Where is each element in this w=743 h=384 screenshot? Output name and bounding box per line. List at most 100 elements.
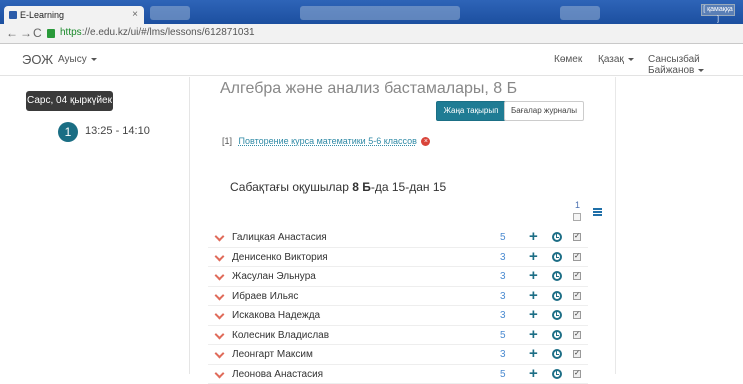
chevron-down-icon[interactable]: [215, 290, 225, 300]
attendance-checkbox[interactable]: ✓: [573, 311, 581, 319]
address-bar: ← → C https://e.edu.kz/ui/#/lms/lessons/…: [0, 24, 743, 44]
students-list: Галицкая Анастасия 5 + ✓ Денисенко Виктория 3…: [208, 228, 588, 384]
schedule-sidebar: Сарс, 04 қыркүйек 1 13:25 - 14:10: [0, 77, 190, 374]
student-grade[interactable]: 5: [500, 330, 506, 341]
add-grade-icon[interactable]: +: [529, 307, 538, 322]
add-grade-icon[interactable]: +: [529, 229, 538, 244]
add-grade-icon[interactable]: +: [529, 346, 538, 361]
student-grade[interactable]: 5: [500, 369, 506, 380]
blurred-tab[interactable]: [560, 6, 600, 20]
remove-topic-icon[interactable]: ×: [421, 137, 430, 146]
brand[interactable]: ЭОЖ: [22, 52, 53, 67]
lesson-topic: [1] Повторение курса математики 5-6 клас…: [222, 136, 430, 146]
clock-icon[interactable]: [552, 330, 562, 340]
attendance-checkbox[interactable]: ✓: [573, 350, 581, 358]
student-name[interactable]: Колесник Владислав: [232, 330, 329, 341]
favicon-icon: [9, 11, 17, 19]
clock-icon[interactable]: [552, 271, 562, 281]
add-grade-icon[interactable]: +: [529, 366, 538, 381]
reload-icon[interactable]: C: [33, 26, 42, 40]
new-topic-button[interactable]: Жаңа тақырып: [436, 101, 506, 121]
chevron-down-icon[interactable]: [215, 232, 225, 242]
app-navbar: ЭОЖ Ауысу Көмек Қазақ Сансызбай Байжанов: [0, 44, 743, 76]
user-name: Сансызбай Байжанов: [648, 54, 700, 76]
student-name[interactable]: Галицкая Анастасия: [232, 232, 327, 243]
clock-icon[interactable]: [552, 252, 562, 262]
student-name[interactable]: Ибраев Ильяс: [232, 291, 298, 302]
chevron-down-icon[interactable]: [215, 368, 225, 378]
help-link[interactable]: Көмек: [554, 54, 582, 65]
language-label: Қазақ: [598, 54, 624, 65]
language-menu[interactable]: Қазақ: [598, 54, 634, 65]
list-item: Галицкая Анастасия 5 + ✓: [208, 228, 588, 248]
switch-menu[interactable]: Ауысу: [58, 54, 97, 65]
forward-icon[interactable]: →: [20, 26, 32, 40]
add-grade-icon[interactable]: +: [529, 288, 538, 303]
attendance-checkbox[interactable]: ✓: [573, 253, 581, 261]
lesson-number[interactable]: 1: [58, 122, 78, 142]
list-item: Леонова Анастасия5+✓: [208, 365, 588, 384]
page-title: Алгебра және анализ бастамалары, 8 Б: [220, 80, 517, 98]
url-path: ://e.edu.kz/ui/#/lms/lessons/612871031: [82, 27, 255, 38]
list-item: Колесник Владислав 5 + ✓: [208, 326, 588, 346]
blurred-tab[interactable]: [300, 6, 460, 20]
attendance-checkbox[interactable]: ✓: [573, 292, 581, 300]
chevron-down-icon[interactable]: [215, 310, 225, 320]
attendance-checkbox[interactable]: ✓: [573, 331, 581, 339]
browser-user-badge[interactable]: [ қамаққа ]: [701, 4, 735, 16]
grade-journal-button[interactable]: Бағалар журналы: [504, 101, 584, 121]
switch-menu-label: Ауысу: [58, 54, 87, 65]
student-name[interactable]: Денисенко Виктория: [232, 252, 328, 263]
chevron-down-icon[interactable]: [215, 349, 225, 359]
topic-link[interactable]: Повторение курса математики 5-6 классов: [239, 136, 417, 146]
lesson-time[interactable]: 13:25 - 14:10: [85, 125, 150, 137]
divider: [615, 77, 616, 374]
list-item: Ибраев Ильяс 3 + ✓: [208, 287, 588, 307]
list-item: Леонгарт Максим 3 + ✓: [208, 345, 588, 365]
add-grade-icon[interactable]: +: [529, 268, 538, 283]
attendance-checkbox[interactable]: ✓: [573, 233, 581, 241]
student-grade[interactable]: 3: [500, 252, 506, 263]
student-grade[interactable]: 3: [500, 349, 506, 360]
chevron-down-icon[interactable]: [215, 251, 225, 261]
attendance-checkbox[interactable]: ✓: [573, 272, 581, 280]
clock-icon[interactable]: [552, 232, 562, 242]
student-name[interactable]: Леонгарт Максим: [232, 349, 313, 360]
student-grade[interactable]: 5: [500, 232, 506, 243]
select-all-checkbox[interactable]: [573, 213, 581, 221]
column-count: 1: [575, 200, 580, 210]
students-heading-prefix: Сабақтағы оқушылар: [230, 180, 352, 194]
list-item: Жасулан Эльнура 3 + ✓: [208, 267, 588, 287]
student-name[interactable]: Жасулан Эльнура: [232, 271, 316, 282]
clock-icon[interactable]: [552, 310, 562, 320]
add-grade-icon[interactable]: +: [529, 249, 538, 264]
student-grade[interactable]: 3: [500, 291, 506, 302]
user-menu[interactable]: Сансызбай Байжанов: [648, 54, 743, 76]
student-name[interactable]: Леонова Анастасия: [232, 369, 323, 380]
students-class: 8 Б: [352, 180, 371, 194]
student-grade[interactable]: 3: [500, 310, 506, 321]
list-icon[interactable]: [593, 208, 602, 216]
students-heading-suffix: -да 15-дан 15: [371, 180, 446, 194]
student-name[interactable]: Искакова Надежда: [232, 310, 320, 321]
chevron-down-icon[interactable]: [215, 271, 225, 281]
chevron-down-icon: [91, 58, 97, 61]
clock-icon[interactable]: [552, 349, 562, 359]
browser-titlebar: E-Learning × [ қамаққа ]: [0, 0, 743, 24]
blurred-tab[interactable]: [150, 6, 190, 20]
browser-tab[interactable]: E-Learning ×: [4, 6, 144, 24]
date-badge: Сарс, 04 қыркүйек: [26, 91, 113, 111]
add-grade-icon[interactable]: +: [529, 327, 538, 342]
students-heading: Сабақтағы оқушылар 8 Б-да 15-дан 15: [230, 180, 446, 194]
back-icon[interactable]: ←: [6, 26, 18, 40]
chevron-down-icon: [628, 58, 634, 61]
topic-index: [1]: [222, 136, 232, 146]
lock-icon: [47, 29, 55, 38]
close-tab-icon[interactable]: ×: [132, 6, 138, 24]
clock-icon[interactable]: [552, 291, 562, 301]
chevron-down-icon[interactable]: [215, 329, 225, 339]
url-scheme: https: [60, 27, 82, 38]
url-field[interactable]: https://e.edu.kz/ui/#/lms/lessons/612871…: [60, 27, 255, 38]
tab-title: E-Learning: [20, 10, 64, 20]
student-grade[interactable]: 3: [500, 271, 506, 282]
